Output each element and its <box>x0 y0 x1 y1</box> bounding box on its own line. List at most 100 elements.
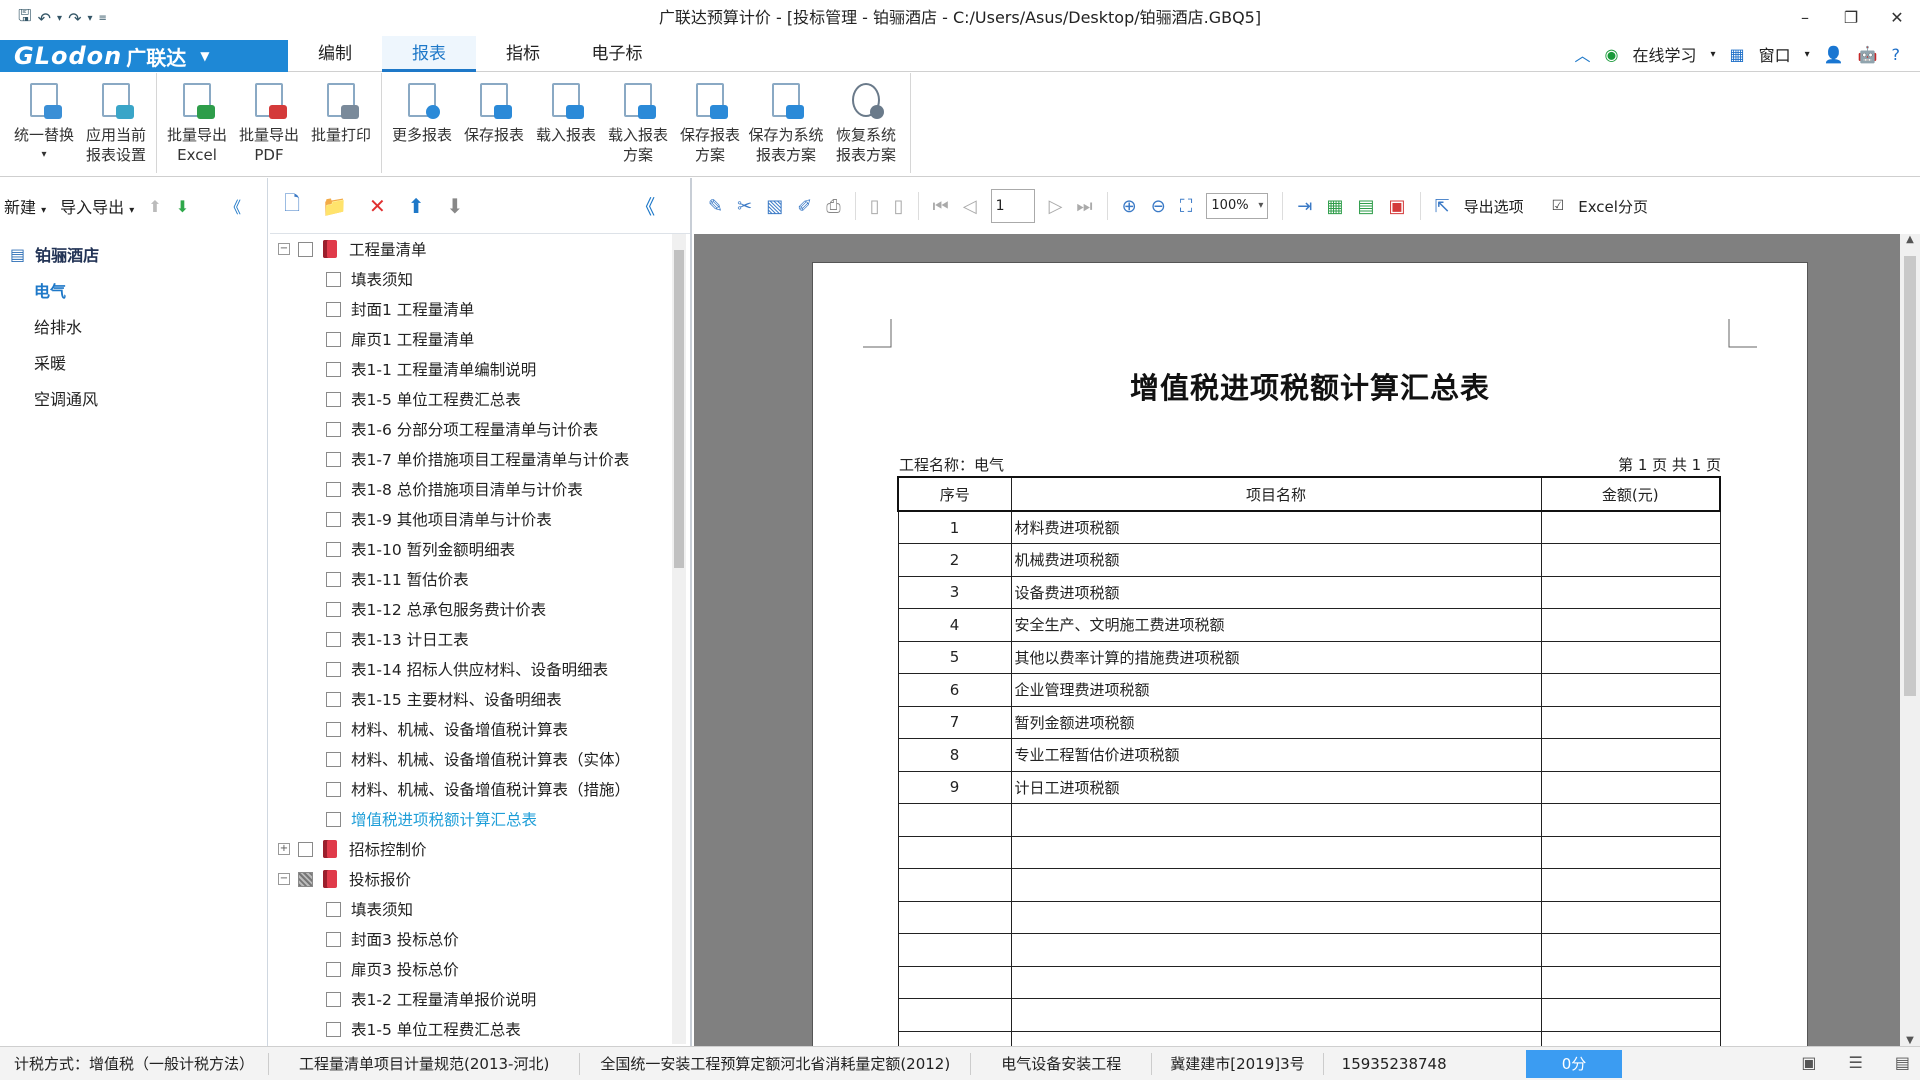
tab-indicators[interactable]: 指标 <box>476 36 570 72</box>
tab-e-bid[interactable]: 电子标 <box>570 36 664 72</box>
report-checkbox[interactable] <box>326 391 341 407</box>
collapse-icon[interactable]: − <box>278 873 290 885</box>
report-tree-scrollbar[interactable] <box>672 234 686 1044</box>
report-checkbox[interactable] <box>326 331 341 347</box>
expand-icon[interactable]: + <box>278 843 290 855</box>
new-button[interactable]: 新建 ▾ <box>4 194 46 218</box>
report-checkbox[interactable] <box>326 1021 341 1037</box>
report-checkbox[interactable] <box>326 931 341 947</box>
report-checkbox[interactable] <box>326 721 341 737</box>
unit-item-hvac[interactable]: 空调通风 <box>0 380 267 416</box>
report-checkbox[interactable] <box>326 271 341 287</box>
collapse-left-icon[interactable]: 《 <box>225 194 241 218</box>
undo-dropdown-icon[interactable]: ▾ <box>57 13 62 24</box>
report-tree-item[interactable]: 增值税进项税额计算汇总表 <box>270 804 674 834</box>
report-checkbox[interactable] <box>326 781 341 797</box>
report-checkbox[interactable] <box>298 871 313 887</box>
collapse-ribbon-icon[interactable]: ︿ <box>1574 42 1590 66</box>
fit-page-icon[interactable]: ⛶ <box>1180 196 1193 217</box>
viewer-scrollbar[interactable]: ▲ ▼ <box>1900 234 1920 1046</box>
scroll-down-icon[interactable]: ▼ <box>1900 1035 1920 1046</box>
load-report-scheme-button[interactable]: 载入报表 方案 <box>602 73 674 173</box>
online-learning-button[interactable]: 在线学习 <box>1632 42 1696 66</box>
design-tool-icon[interactable]: ✂ <box>737 196 752 217</box>
save-report-scheme-button[interactable]: 保存报表 方案 <box>674 73 746 173</box>
report-tree-item[interactable]: 表1-6 分部分项工程量清单与计价表 <box>270 414 674 444</box>
export-pdf-icon[interactable]: ▣ <box>1389 196 1406 217</box>
minimize-button[interactable]: – <box>1782 0 1828 36</box>
project-root[interactable]: ▤ 铂骊酒店 <box>0 234 267 272</box>
redo-dropdown-icon[interactable]: ▾ <box>87 13 92 24</box>
view-mode-1-icon[interactable]: ▣ <box>1801 1053 1816 1072</box>
online-learning-icon[interactable]: ◉ <box>1604 45 1618 64</box>
window-menu-button[interactable]: 窗口 <box>1759 42 1791 66</box>
report-tree-item[interactable]: 表1-7 单价措施项目工程量清单与计价表 <box>270 444 674 474</box>
report-checkbox[interactable] <box>326 541 341 557</box>
move-down-icon[interactable]: ⬇ <box>447 194 464 218</box>
report-tree-item[interactable]: 填表须知 <box>270 894 674 924</box>
report-checkbox[interactable] <box>326 661 341 677</box>
report-tree-item[interactable]: 表1-5 单位工程费汇总表 <box>270 384 674 414</box>
help-icon[interactable]: ? <box>1892 45 1901 64</box>
close-button[interactable]: ✕ <box>1874 0 1920 36</box>
batch-export-excel-button[interactable]: 批量导出 Excel <box>161 73 233 173</box>
report-checkbox[interactable] <box>326 751 341 767</box>
report-tree-item[interactable]: 表1-12 总承包服务费计价表 <box>270 594 674 624</box>
report-tree-item[interactable]: 表1-10 暂列金额明细表 <box>270 534 674 564</box>
unit-item-heating[interactable]: 采暖 <box>0 344 267 380</box>
apply-report-settings-button[interactable]: 应用当前 报表设置 <box>80 73 152 173</box>
robot-assistant-icon[interactable]: 🤖 <box>1858 45 1878 64</box>
report-checkbox[interactable] <box>326 901 341 917</box>
save-as-system-scheme-button[interactable]: 保存为系统 报表方案 <box>746 73 826 173</box>
report-tree-item[interactable]: 材料、机械、设备增值税计算表（措施） <box>270 774 674 804</box>
excel-paging-checkbox[interactable]: ☑ <box>1552 198 1565 214</box>
report-tree-group[interactable]: + 招标控制价 <box>270 834 674 864</box>
move-down-icon[interactable]: ⬇ <box>176 197 189 216</box>
tab-edit[interactable]: 编制 <box>288 36 382 72</box>
load-report-button[interactable]: 载入报表 <box>530 73 602 173</box>
batch-export-pdf-button[interactable]: 批量导出 PDF <box>233 73 305 173</box>
scroll-up-icon[interactable]: ▲ <box>1900 234 1920 245</box>
export-excel-icon[interactable]: ▦ <box>1327 196 1344 217</box>
report-tree-item[interactable]: 材料、机械、设备增值税计算表 <box>270 714 674 744</box>
page-number-input[interactable]: 1 <box>990 189 1035 223</box>
report-checkbox[interactable] <box>326 691 341 707</box>
user-icon[interactable]: 👤 <box>1824 45 1844 64</box>
report-tree-group[interactable]: − 工程量清单 <box>270 234 674 264</box>
score-badge[interactable]: 0分 <box>1526 1050 1622 1078</box>
unit-item-electrical[interactable]: 电气 <box>0 272 267 308</box>
report-checkbox[interactable] <box>326 961 341 977</box>
unit-item-plumbing[interactable]: 给排水 <box>0 308 267 344</box>
report-checkbox[interactable] <box>326 991 341 1007</box>
report-tree-item[interactable]: 材料、机械、设备增值税计算表（实体） <box>270 744 674 774</box>
next-page-icon[interactable]: ▷ <box>1049 196 1063 217</box>
report-checkbox[interactable] <box>326 571 341 587</box>
import-export-button[interactable]: 导入导出 ▾ <box>60 194 134 218</box>
save-icon[interactable]: 🖫 <box>18 5 32 32</box>
print-icon[interactable]: ⎙ <box>826 196 840 217</box>
batch-print-button[interactable]: 批量打印 <box>305 73 377 173</box>
new-report-icon[interactable]: 🗋 <box>284 189 300 223</box>
report-tree-item[interactable]: 表1-2 工程量清单报价说明 <box>270 984 674 1014</box>
report-tree-item[interactable]: 表1-15 主要材料、设备明细表 <box>270 684 674 714</box>
window-dropdown-icon[interactable]: ▾ <box>1805 49 1810 60</box>
tab-reports[interactable]: 报表 <box>382 36 476 72</box>
app-logo-menu[interactable]: GLodon 广联达 ▼ <box>0 40 288 72</box>
report-checkbox[interactable] <box>326 811 341 827</box>
report-tree-item[interactable]: 表1-13 计日工表 <box>270 624 674 654</box>
edit-report-icon[interactable]: ✎ <box>708 196 723 217</box>
last-page-icon[interactable]: ⏭ <box>1076 196 1092 217</box>
collapse-icon[interactable]: − <box>278 243 290 255</box>
report-checkbox[interactable] <box>298 241 313 257</box>
report-tree-item[interactable]: 扉页1 工程量清单 <box>270 324 674 354</box>
online-learning-dropdown-icon[interactable]: ▾ <box>1710 49 1715 60</box>
redo-icon[interactable]: ↷ <box>68 9 81 28</box>
report-checkbox[interactable] <box>326 631 341 647</box>
report-tree-item[interactable]: 封面3 投标总价 <box>270 924 674 954</box>
first-page-icon[interactable]: ⏮ <box>933 196 949 217</box>
single-page-icon[interactable]: ▯ <box>870 196 880 217</box>
report-tree-item[interactable]: 表1-9 其他项目清单与计价表 <box>270 504 674 534</box>
customize-qat-icon[interactable]: ≡ <box>99 13 107 24</box>
report-tree-item[interactable]: 表1-5 单位工程费汇总表 <box>270 1014 674 1044</box>
report-checkbox[interactable] <box>326 451 341 467</box>
